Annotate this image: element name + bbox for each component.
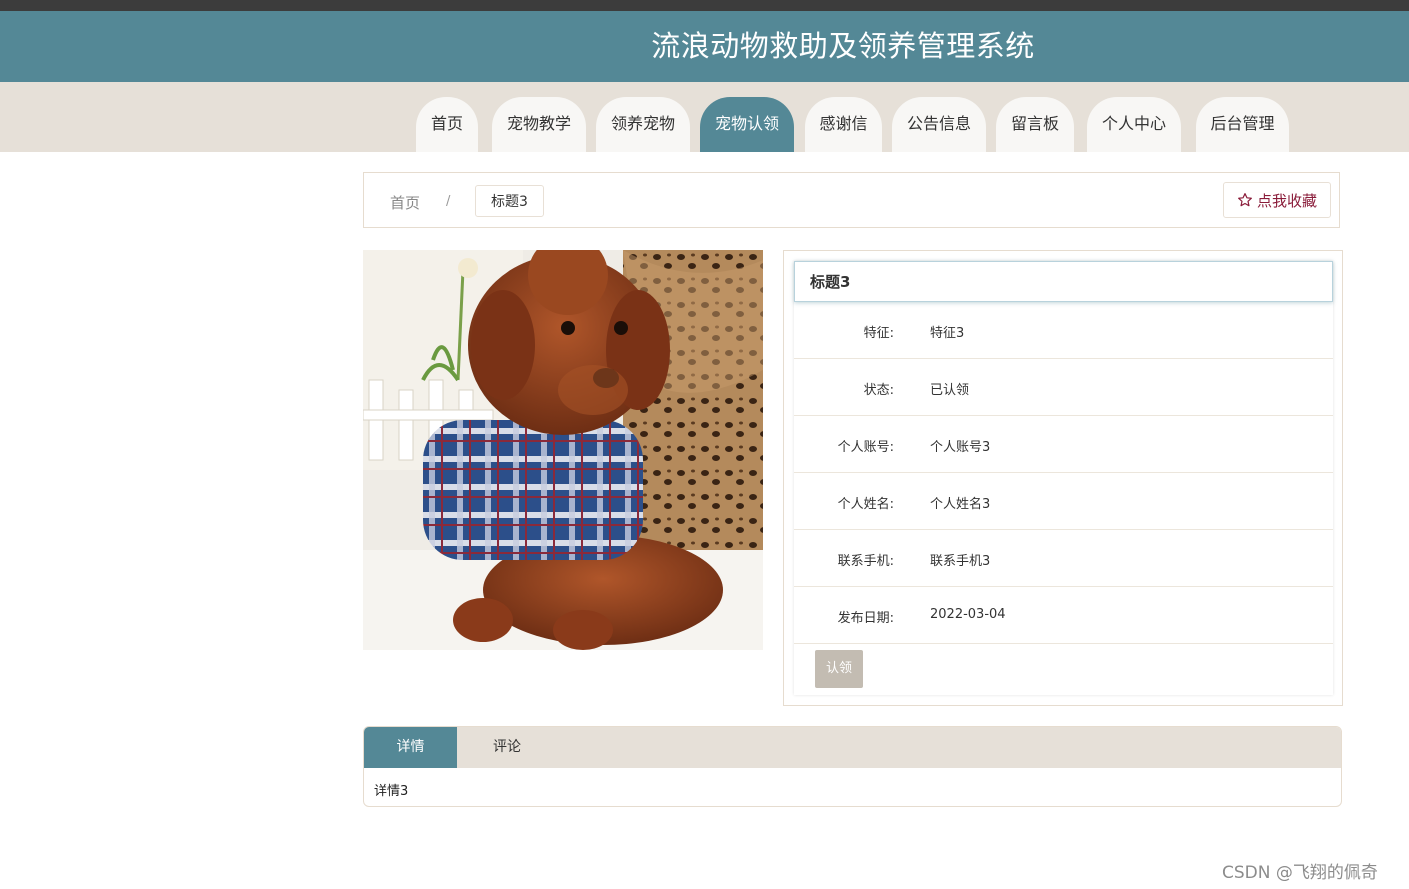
info-label: 发布日期: (837, 611, 894, 626)
breadcrumb-separator: / (446, 194, 451, 209)
pet-info-panel: 标题3 特征: 特征3 状态: 已认领 个人账号: 个人账号3 个人姓名: 个人… (794, 261, 1333, 695)
info-row-phone: 联系手机: 联系手机3 (794, 530, 1333, 587)
info-value: 特征3 (930, 326, 965, 341)
site-header: 流浪动物救助及领养管理系统 (0, 11, 1409, 82)
nav-pet-teaching[interactable]: 宠物教学 (492, 97, 586, 152)
pet-info-box: 标题3 特征: 特征3 状态: 已认领 个人账号: 个人账号3 个人姓名: 个人… (783, 250, 1343, 706)
nav-admin[interactable]: 后台管理 (1196, 97, 1289, 152)
nav-message-board[interactable]: 留言板 (996, 97, 1074, 152)
info-label: 特征: (863, 326, 894, 341)
info-label: 状态: (863, 383, 894, 398)
info-label: 个人姓名: (837, 497, 894, 512)
pet-info-title: 标题3 (794, 261, 1333, 302)
detail-tabs: 详情 评论 详情3 (363, 726, 1342, 807)
info-value: 个人账号3 (930, 440, 991, 455)
breadcrumb: 首页 / 标题3 点我收藏 (363, 172, 1340, 228)
info-row-account: 个人账号: 个人账号3 (794, 416, 1333, 473)
poodle-image (363, 250, 763, 650)
favorite-button[interactable]: 点我收藏 (1223, 182, 1331, 218)
info-value: 联系手机3 (930, 554, 991, 569)
star-outline-icon (1238, 193, 1252, 207)
info-row-feature: 特征: 特征3 (794, 302, 1333, 359)
claim-button[interactable]: 认领 (815, 650, 863, 688)
info-value: 个人姓名3 (930, 497, 991, 512)
info-row-date: 发布日期: 2022-03-04 (794, 587, 1333, 644)
info-label: 个人账号: (837, 440, 894, 455)
info-row-status: 状态: 已认领 (794, 359, 1333, 416)
tab-comments[interactable]: 评论 (457, 727, 557, 768)
info-row-name: 个人姓名: 个人姓名3 (794, 473, 1333, 530)
breadcrumb-current: 标题3 (475, 185, 544, 217)
detail-content: 详情3 (374, 784, 409, 799)
favorite-label: 点我收藏 (1256, 191, 1317, 210)
watermark: CSDN @飞翔的佩奇 (1222, 863, 1378, 883)
site-title: 流浪动物救助及领养管理系统 (651, 29, 1035, 63)
nav-thank-letters[interactable]: 感谢信 (805, 97, 882, 152)
detail-tabs-bar: 详情 评论 (364, 727, 1341, 768)
nav-pet-claim[interactable]: 宠物认领 (700, 97, 794, 152)
tab-details[interactable]: 详情 (364, 727, 457, 768)
main-nav: 首页 宠物教学 领养宠物 宠物认领 感谢信 公告信息 留言板 个人中心 后台管理 (0, 82, 1409, 152)
info-label: 联系手机: (837, 554, 894, 569)
nav-personal-center[interactable]: 个人中心 (1087, 97, 1181, 152)
pet-photo (363, 250, 763, 650)
nav-home[interactable]: 首页 (416, 97, 478, 152)
info-value: 2022-03-04 (930, 607, 1006, 622)
breadcrumb-home[interactable]: 首页 (390, 192, 420, 213)
browser-top-strip (0, 0, 1409, 11)
nav-adopt-pet[interactable]: 领养宠物 (596, 97, 690, 152)
info-value: 已认领 (930, 383, 970, 398)
nav-announcements[interactable]: 公告信息 (892, 97, 986, 152)
